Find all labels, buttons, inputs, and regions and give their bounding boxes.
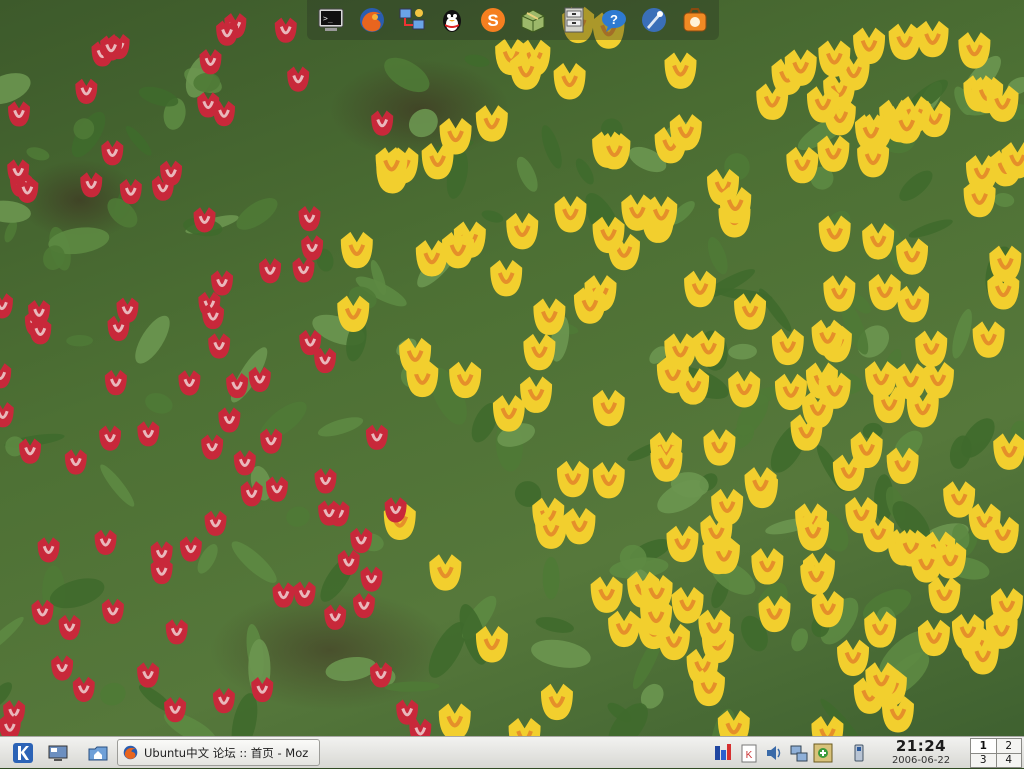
home-folder-button[interactable]: [85, 740, 111, 766]
usb-drive-icon: [854, 744, 864, 762]
terminal-icon: >_: [318, 8, 344, 31]
tray-input-method[interactable]: [710, 740, 736, 766]
software-icon: [683, 8, 707, 32]
clock-date: 2006-06-22: [891, 755, 951, 766]
svg-text:S: S: [487, 11, 498, 30]
pager-desktop-4[interactable]: 4: [996, 753, 1021, 767]
svg-text:K: K: [746, 750, 753, 761]
pager-desktop-2[interactable]: 2: [996, 739, 1021, 753]
pager-desktop-3[interactable]: 3: [971, 753, 996, 767]
taskbar-window-title: Ubuntu中文 论坛 :: 首页 - Moz: [144, 745, 309, 760]
input-method-icon: [715, 744, 731, 760]
help-icon: ?: [601, 10, 626, 32]
konqueror-launcher[interactable]: [637, 3, 671, 37]
kicker-panel: Ubuntu中文 论坛 :: 首页 - Moz K 21:24 2006-06-…: [0, 736, 1024, 768]
qq-launcher[interactable]: [435, 3, 469, 37]
panel-clock[interactable]: 21:24 2006-06-22: [876, 738, 966, 768]
terminal-launcher[interactable]: >_: [314, 3, 348, 37]
qq-penguin-icon: [443, 10, 462, 32]
firefox-icon: [359, 8, 384, 32]
package-icon: [521, 9, 545, 33]
tray-update-notifier[interactable]: [810, 740, 836, 766]
system-tray: K: [708, 737, 868, 769]
show-desktop-button[interactable]: [45, 740, 71, 766]
k-menu-button[interactable]: [10, 740, 36, 766]
konqueror-icon: [642, 8, 667, 32]
network-launcher[interactable]: [395, 3, 429, 37]
launcher-dock: >_ S ?: [307, 0, 719, 40]
kde-logo-icon: [13, 743, 33, 763]
pager-desktop-1[interactable]: 1: [971, 739, 996, 753]
desktop-icon: [48, 745, 68, 761]
tray-removable-media[interactable]: [846, 740, 872, 766]
network-status-icon: [790, 745, 808, 762]
desktop-wallpaper: [0, 0, 1024, 736]
clipboard-icon: K: [741, 744, 757, 763]
tray-network[interactable]: [786, 740, 812, 766]
speaker-icon: [767, 746, 781, 760]
folder-home-icon: [88, 746, 108, 761]
file-cabinet-icon: [564, 7, 584, 33]
network-icon: [399, 8, 425, 30]
taskbar-window-button[interactable]: Ubuntu中文 论坛 :: 首页 - Moz: [117, 739, 320, 766]
tray-volume[interactable]: [762, 740, 788, 766]
tray-klipper[interactable]: K: [736, 740, 762, 766]
tulip-field-image: [0, 6, 1024, 736]
firefox-icon: [123, 745, 138, 760]
firefox-launcher[interactable]: [355, 3, 389, 37]
help-launcher[interactable]: ?: [597, 3, 631, 37]
svg-text:>_: >_: [323, 14, 333, 23]
skype-launcher[interactable]: S: [476, 3, 510, 37]
desktop-pager: 1 2 3 4: [970, 738, 1022, 768]
package-launcher[interactable]: [516, 3, 550, 37]
svg-text:?: ?: [610, 12, 618, 27]
file-cabinet-launcher[interactable]: [557, 3, 591, 37]
software-launcher[interactable]: [678, 3, 712, 37]
skype-icon: S: [480, 8, 505, 32]
clock-time: 21:24: [895, 737, 947, 755]
update-icon: [813, 743, 833, 763]
